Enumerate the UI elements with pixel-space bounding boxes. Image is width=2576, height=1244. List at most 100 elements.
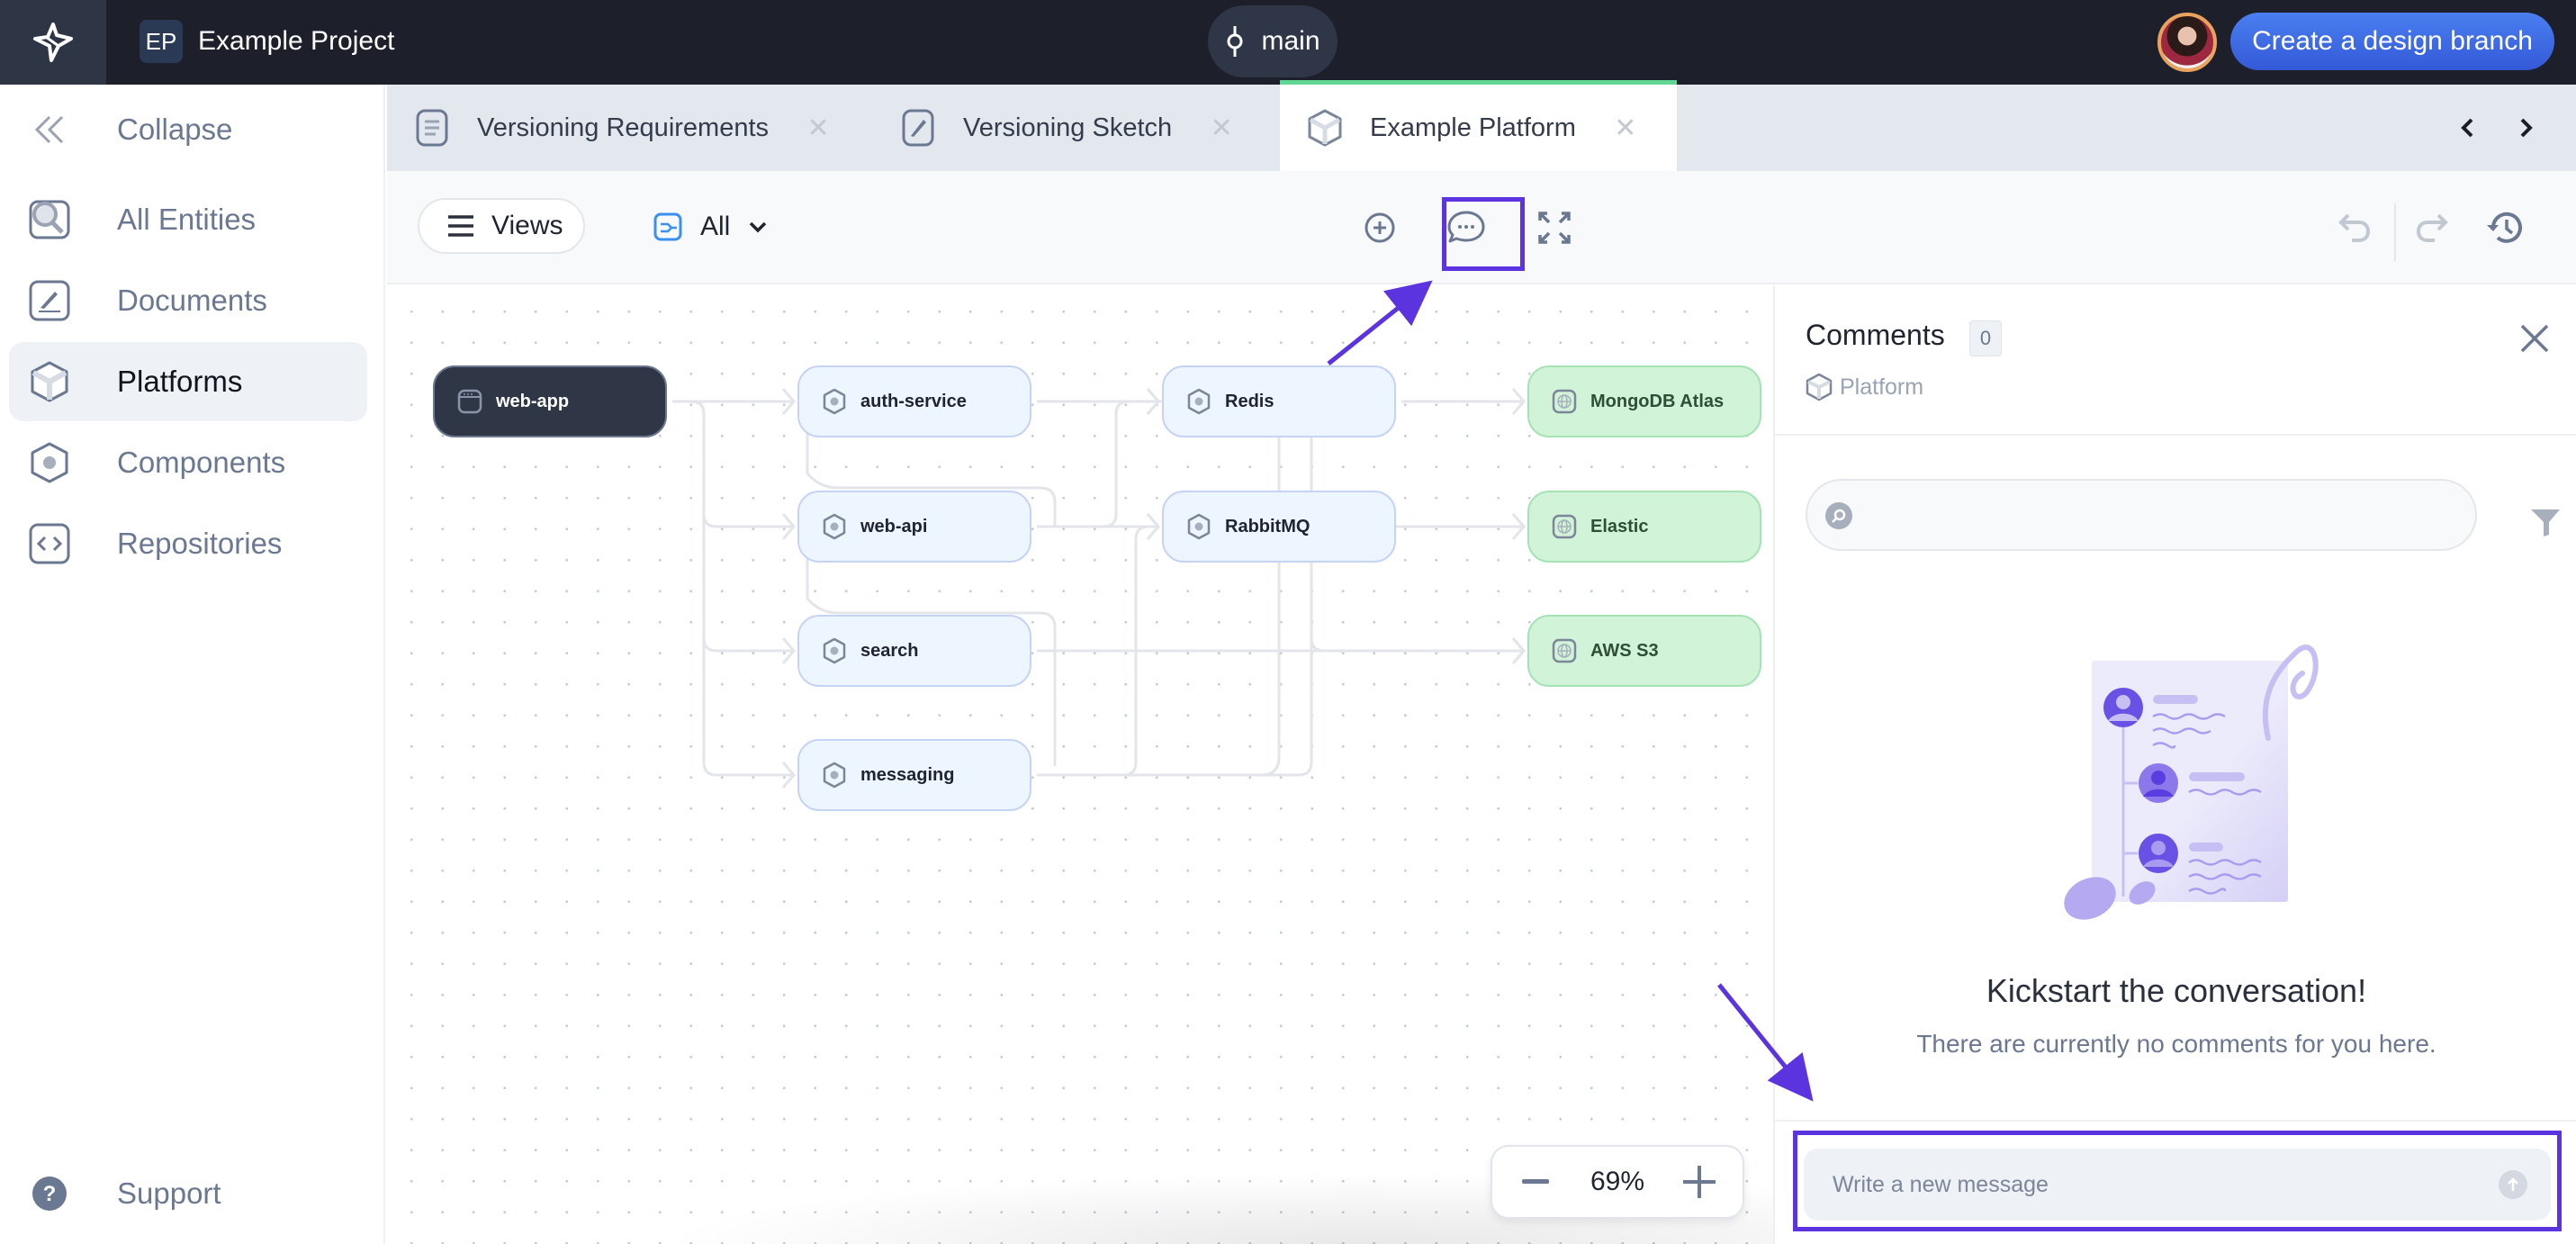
branch-name: main: [1261, 26, 1320, 56]
sidebar-item-label: All Entities: [117, 203, 257, 236]
sidebar-item-documents[interactable]: Documents: [9, 261, 367, 340]
close-icon[interactable]: ✕: [805, 113, 832, 144]
sidebar-item-repositories[interactable]: Repositories: [9, 504, 367, 583]
tabs-scroll-right-button[interactable]: [2504, 106, 2547, 149]
close-icon[interactable]: ✕: [1208, 113, 1235, 144]
create-design-branch-button[interactable]: Create a design branch: [2230, 13, 2554, 70]
project-name[interactable]: Example Project: [198, 23, 394, 59]
chevron-right-icon: [2520, 118, 2533, 138]
history-button[interactable]: [2482, 205, 2527, 250]
globe-icon: [1551, 388, 1578, 415]
diagram-node-web-app[interactable]: web-app: [433, 365, 667, 437]
diagram-node-redis[interactable]: Redis: [1162, 365, 1396, 437]
sidebar-item-label: Components: [117, 446, 286, 479]
tab-versioning-requirements[interactable]: Versioning Requirements ✕: [387, 85, 873, 171]
search-icon: [1825, 502, 1852, 529]
app-logo[interactable]: [0, 0, 106, 85]
cube-icon: [1307, 108, 1343, 148]
diagram-node-label: AWS S3: [1590, 640, 1659, 661]
comments-context: Platform: [1806, 373, 1923, 401]
context-label: Platform: [1840, 374, 1924, 400]
view-filter-value: All: [700, 212, 731, 241]
cube-icon: [27, 359, 72, 404]
search-square-icon: [27, 197, 72, 242]
comments-search-input[interactable]: [1867, 497, 2461, 533]
view-filter-dropdown[interactable]: All: [653, 202, 768, 252]
tab-label: Versioning Requirements: [477, 113, 770, 142]
hexagon-dot-icon: [821, 513, 848, 540]
globe-icon: [1551, 637, 1578, 664]
star-logo-icon: [33, 23, 73, 62]
sidebar-item-platforms[interactable]: Platforms: [9, 342, 367, 421]
views-label: Views: [491, 211, 563, 240]
sidebar-item-components[interactable]: Components: [9, 423, 367, 502]
diagram-canvas[interactable]: web-app auth-service web-api search messagin…: [387, 286, 1773, 1244]
hexagon-dot-icon: [1185, 388, 1212, 415]
diagram-node-auth-service[interactable]: auth-service: [797, 365, 1031, 437]
diagram-node-search[interactable]: search: [797, 615, 1031, 687]
redo-button[interactable]: [2409, 205, 2454, 250]
send-button[interactable]: [2499, 1170, 2527, 1199]
filter-button[interactable]: [2529, 506, 2565, 542]
filter-icon: [2531, 509, 2560, 536]
hexagon-dot-icon: [821, 762, 848, 789]
browser-window-icon: [456, 388, 483, 415]
tabs-scroll-left-button[interactable]: [2446, 106, 2490, 149]
comments-search[interactable]: [1806, 479, 2477, 551]
sidebar-collapse-label: Collapse: [117, 113, 233, 146]
diagram-node-elastic[interactable]: Elastic: [1527, 491, 1761, 563]
document-lines-icon: [414, 108, 450, 148]
message-input[interactable]: [1833, 1167, 2463, 1203]
zoom-in-button[interactable]: [1681, 1164, 1717, 1200]
message-composer[interactable]: [1804, 1149, 2551, 1221]
diagram-node-mongodb[interactable]: MongoDB Atlas: [1527, 365, 1761, 437]
close-icon[interactable]: ✕: [1612, 113, 1639, 144]
tab-label: Versioning Sketch: [963, 113, 1173, 142]
diagram-node-aws-s3[interactable]: AWS S3: [1527, 615, 1761, 687]
sidebar: Collapse All Entities Documents Platform…: [0, 85, 385, 1244]
diagram-node-web-api[interactable]: web-api: [797, 491, 1031, 563]
tab-versioning-sketch[interactable]: Versioning Sketch ✕: [873, 85, 1278, 171]
sidebar-support[interactable]: ? Support: [9, 1154, 367, 1233]
double-chevron-left-icon: [27, 107, 72, 152]
comments-button-highlight: [1442, 197, 1525, 271]
add-button[interactable]: [1357, 205, 1402, 250]
close-icon: [2520, 324, 2549, 353]
hexagon-dot-icon: [1185, 513, 1212, 540]
views-button[interactable]: Views: [418, 198, 585, 254]
sidebar-item-label: Repositories: [117, 527, 283, 560]
comments-title: Comments: [1806, 319, 1945, 351]
zoom-out-button[interactable]: [1518, 1164, 1554, 1200]
diagram-edge-web-app-web-api: [672, 400, 794, 528]
user-avatar[interactable]: [2157, 13, 2217, 72]
project-avatar[interactable]: EP: [140, 20, 183, 63]
chevron-left-icon: [2461, 118, 2473, 138]
redo-icon: [2416, 213, 2448, 242]
panel-divider: [1775, 1120, 2576, 1122]
sidebar-item-label: Platforms: [117, 365, 243, 398]
svg-text:?: ?: [43, 1182, 57, 1206]
diagram-edge-messaging-redis: [1037, 400, 1325, 777]
tab-example-platform[interactable]: Example Platform ✕: [1280, 80, 1677, 171]
diagram-node-rabbitmq[interactable]: RabbitMQ: [1162, 491, 1396, 563]
sidebar-item-all-entities[interactable]: All Entities: [9, 180, 367, 259]
git-commit-icon: [1227, 26, 1243, 57]
cube-icon: [1806, 373, 1833, 401]
comments-count-badge: 0: [1969, 320, 2002, 356]
undo-button[interactable]: [2333, 205, 2378, 250]
empty-state-title: Kickstart the conversation!: [1986, 972, 2367, 1009]
history-icon: [2487, 212, 2522, 243]
tab-bar: Versioning Requirements ✕ Versioning Ske…: [387, 80, 2576, 171]
diagram-node-messaging[interactable]: messaging: [797, 739, 1031, 811]
branch-selector[interactable]: main: [1208, 5, 1338, 77]
close-panel-button[interactable]: [2515, 319, 2554, 358]
zoom-level: 69%: [1590, 1167, 1645, 1196]
fullscreen-button[interactable]: [1532, 205, 1577, 250]
flow-icon: [653, 212, 682, 241]
diagram-node-label: web-api: [860, 516, 928, 536]
empty-state-illustration: [2036, 637, 2342, 925]
sidebar-collapse[interactable]: Collapse: [9, 90, 367, 169]
chevron-down-icon: [750, 221, 767, 233]
diagram-node-label: web-app: [496, 391, 570, 411]
zoom-control: 69%: [1491, 1145, 1744, 1219]
